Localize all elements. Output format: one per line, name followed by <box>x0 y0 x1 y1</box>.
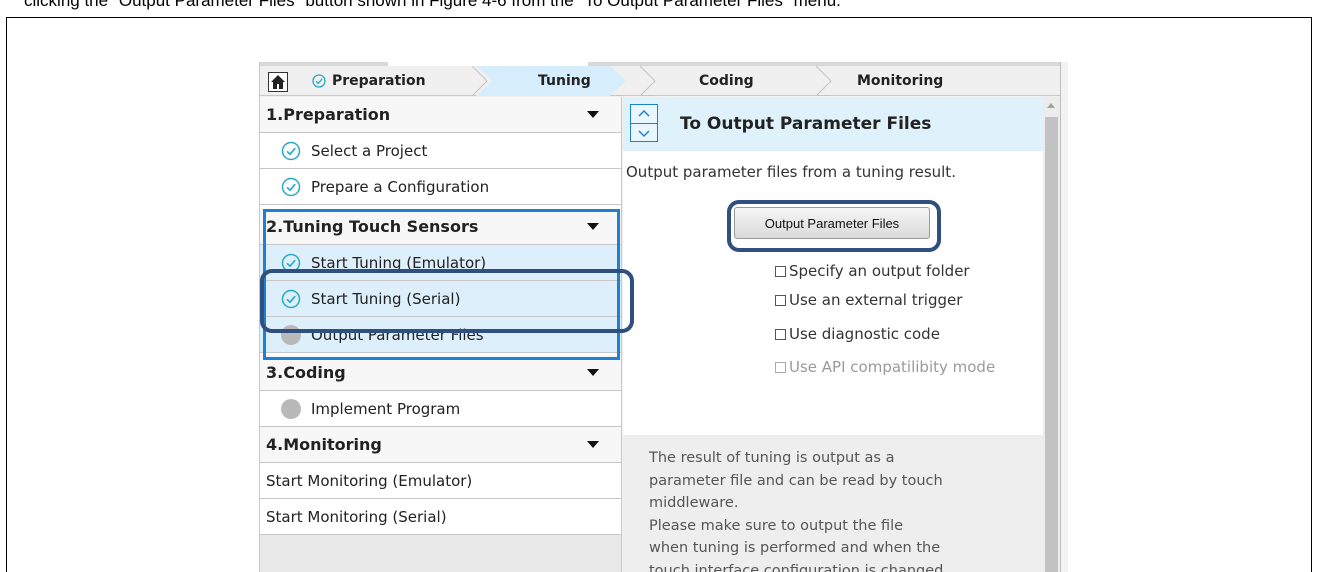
help-line: The result of tuning is output as a <box>649 450 895 466</box>
section-header-coding[interactable]: 3.Coding <box>260 355 621 391</box>
option-label: Use API compatilibity mode <box>789 358 996 376</box>
nav-item-start-monitoring-emulator[interactable]: Start Monitoring (Emulator) <box>260 463 621 499</box>
nav-empty-area <box>260 535 621 572</box>
option-use-external-trigger[interactable]: Use an external trigger <box>775 291 962 309</box>
step-tuning[interactable]: Tuning <box>538 66 591 96</box>
check-circle-icon <box>281 289 301 308</box>
help-line: when tuning is performed and when the <box>649 540 941 556</box>
checkbox[interactable] <box>775 328 786 340</box>
step-separator <box>640 66 656 96</box>
option-api-compatibility-mode: Use API compatilibity mode <box>775 358 995 376</box>
nav-item-select-project[interactable]: Select a Project <box>260 133 621 169</box>
chevron-down-icon[interactable] <box>587 223 599 230</box>
section-label: 2.Tuning Touch Sensors <box>266 217 479 236</box>
check-circle-icon <box>312 74 326 88</box>
checkbox[interactable] <box>775 294 786 306</box>
chevron-down-icon[interactable] <box>587 111 599 118</box>
vertical-scrollbar[interactable] <box>1043 97 1060 572</box>
nav-item-start-tuning-serial[interactable]: Start Tuning (Serial) <box>260 281 621 317</box>
nav-item-label: Output Parameter Files <box>311 325 484 344</box>
step-preparation[interactable]: Preparation <box>332 66 426 96</box>
check-circle-icon <box>281 177 301 196</box>
check-circle-icon <box>281 141 301 160</box>
pending-dot-icon <box>281 398 301 419</box>
section-header-monitoring[interactable]: 4.Monitoring <box>260 427 621 463</box>
home-icon <box>271 75 285 89</box>
section-label: 4.Monitoring <box>266 435 382 454</box>
step-monitoring[interactable]: Monitoring <box>857 66 943 96</box>
section-header-preparation[interactable]: 1.Preparation <box>260 97 621 133</box>
chevron-up-icon <box>638 109 650 117</box>
step-bar: Preparation Tuning Coding Monitoring <box>260 66 1060 96</box>
window-right-edge <box>1060 62 1068 572</box>
collapse-toggle-button[interactable] <box>630 104 658 142</box>
nav-item-label: Start Tuning (Serial) <box>311 289 461 308</box>
nav-item-output-parameter-files[interactable]: Output Parameter Files <box>260 317 621 353</box>
chevron-down-icon <box>638 130 650 138</box>
nav-item-prepare-configuration[interactable]: Prepare a Configuration <box>260 169 621 205</box>
option-label: Use an external trigger <box>789 291 963 309</box>
option-specify-output-folder[interactable]: Specify an output folder <box>775 262 970 280</box>
option-label: Use diagnostic code <box>789 325 940 343</box>
figure-caption: clicking the "Output Parameter Files" bu… <box>24 0 841 10</box>
check-circle-icon <box>281 253 301 272</box>
step-coding[interactable]: Coding <box>699 66 754 96</box>
nav-item-label: Select a Project <box>311 141 428 160</box>
sidebar-nav: 1.Preparation Select a Project Prepare a… <box>260 97 622 572</box>
panel-title: To Output Parameter Files <box>623 97 1043 151</box>
step-separator <box>472 66 488 96</box>
nav-item-start-monitoring-serial[interactable]: Start Monitoring (Serial) <box>260 499 621 535</box>
nav-item-label: Start Monitoring (Emulator) <box>266 471 473 490</box>
scroll-up-arrow-icon[interactable] <box>1047 103 1055 108</box>
checkbox <box>775 361 786 373</box>
nav-item-implement-program[interactable]: Implement Program <box>260 391 621 427</box>
option-use-diagnostic-code[interactable]: Use diagnostic code <box>775 325 940 343</box>
help-line: parameter file and can be read by touch <box>649 472 943 489</box>
checkbox[interactable] <box>775 265 786 277</box>
panel-description: Output parameter files from a tuning res… <box>626 163 956 181</box>
section-label: 3.Coding <box>266 363 346 382</box>
help-box: The result of tuning is output as a para… <box>623 435 1043 572</box>
pending-dot-icon <box>281 324 301 345</box>
section-label: 1.Preparation <box>266 105 391 124</box>
chevron-down-icon[interactable] <box>587 441 599 448</box>
home-button[interactable] <box>268 72 288 92</box>
chevron-down-icon[interactable] <box>587 369 599 376</box>
section-header-tuning[interactable]: 2.Tuning Touch Sensors <box>260 209 621 245</box>
step-separator <box>816 66 832 96</box>
nav-item-label: Prepare a Configuration <box>311 177 490 196</box>
help-line: touch interface configuration is changed… <box>649 562 948 572</box>
help-line: Please make sure to output the file <box>649 517 904 534</box>
option-label: Specify an output folder <box>789 262 970 280</box>
nav-item-start-tuning-emulator[interactable]: Start Tuning (Emulator) <box>260 245 621 281</box>
scroll-thumb[interactable] <box>1045 117 1058 572</box>
nav-item-label: Implement Program <box>311 399 461 418</box>
help-line: middleware. <box>649 495 739 511</box>
help-text: The result of tuning is output as a para… <box>649 447 1041 572</box>
nav-item-label: Start Tuning (Emulator) <box>311 253 487 272</box>
output-parameter-files-button[interactable]: Output Parameter Files <box>734 207 930 239</box>
app-window: Preparation Tuning Coding Monitoring 1.P… <box>259 62 1068 572</box>
nav-item-label: Start Monitoring (Serial) <box>266 507 447 526</box>
